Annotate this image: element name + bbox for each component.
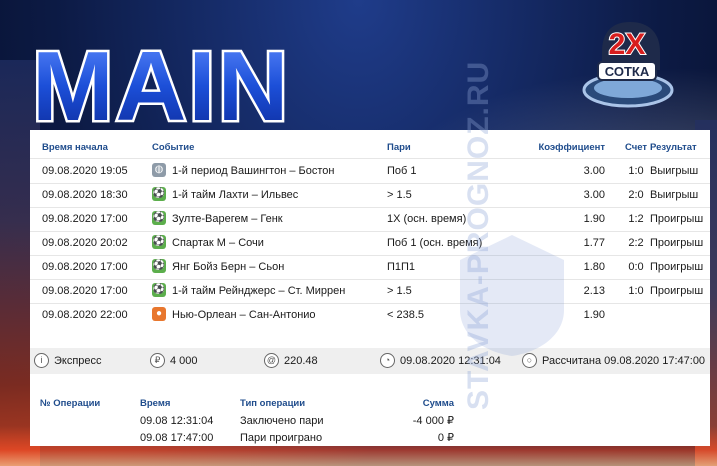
bet-result: Проигрыш (650, 285, 704, 297)
bet-event[interactable]: ⚽ 1-й тайм Лахти – Ильвес (152, 183, 298, 207)
bet-selection: > 1.5 (387, 189, 412, 201)
op-sum: -4 000 ₽ (412, 415, 454, 427)
bet-selection: П1П1 (387, 261, 416, 273)
basketball-icon: ● (152, 307, 166, 322)
bet-row: 09.08.2020 20:02 ⚽ Спартак М – Сочи Поб 1… (30, 231, 710, 255)
badge-bottom-text: СОТКА (605, 64, 650, 79)
bet-selection: > 1.5 (387, 285, 412, 297)
bet-event[interactable]: ⚽ Спартак М – Сочи (152, 231, 264, 255)
op-sum: 0 ₽ (437, 432, 454, 444)
header-score: Счет (624, 142, 648, 153)
bet-time: 09.08.2020 22:00 (42, 309, 128, 321)
bet-event-label: Нью-Орлеан – Сан-Антонио (172, 309, 316, 321)
at-icon: @ (264, 352, 279, 368)
header-time: Время начала (42, 142, 108, 153)
header-bet: Пари (387, 142, 411, 153)
bet-event-label: Зулте-Варегем – Генк (172, 213, 283, 225)
watermark-logo (460, 235, 564, 356)
bet-event-label: 1-й тайм Лахти – Ильвес (172, 189, 299, 201)
info-icon: i (34, 352, 49, 368)
bet-event[interactable]: ⚽ 1-й тайм Рейнджерс – Ст. Миррен (152, 279, 345, 303)
bet-result: Выигрыш (650, 165, 699, 177)
op-type: Заключено пари (240, 415, 324, 427)
soccer-icon: ⚽ (152, 211, 166, 226)
bet-row: 09.08.2020 17:00 ⚽ Зулте-Варегем – Генк 1… (30, 207, 710, 231)
bet-event[interactable]: ⚽ Янг Бойз Берн – Сьон (152, 255, 284, 279)
bet-score: 1:0 (628, 285, 644, 297)
summary-type-label: Экспресс (54, 355, 102, 367)
bet-result: Выигрыш (650, 189, 699, 201)
bet-result: Проигрыш (650, 261, 704, 273)
bet-time: 09.08.2020 17:00 (42, 261, 128, 273)
bet-summary-bar: i Экспресс ₽4 000 @220.48 ◔ 09.08.2020 12:… (30, 348, 710, 374)
bet-event-label: 1-й тайм Рейнджерс – Ст. Миррен (172, 285, 346, 297)
bet-selection: 1X (осн. время) (387, 213, 467, 225)
bet-time: 09.08.2020 17:00 (42, 285, 128, 297)
op-time: 09.08 12:31:04 (140, 415, 214, 427)
bet-event[interactable]: ⚽ Зулте-Варегем – Генк (152, 207, 283, 231)
op-type: Пари проиграно (240, 432, 323, 444)
bet-event[interactable]: ◍ 1-й период Вашингтон – Бостон (152, 159, 334, 183)
bet-event[interactable]: ● Нью-Орлеан – Сан-Антонио (152, 303, 316, 327)
bet-selection: Поб 1 (387, 165, 417, 177)
clock-icon: ◔ (380, 352, 395, 368)
summary-coef: @220.48 (264, 348, 318, 374)
bet-details-panel: Время начала Событие Пари Коэффициент Сч… (30, 130, 710, 446)
bet-row: 09.08.2020 22:00 ● Нью-Орлеан – Сан-Антон… (30, 303, 710, 327)
bet-row: 09.08.2020 17:00 ⚽ 1-й тайм Рейнджерс – С… (30, 279, 710, 303)
header-event: Событие (152, 142, 195, 153)
ops-header-num: № Операции (40, 398, 101, 409)
bet-row: 09.08.2020 18:30 ⚽ 1-й тайм Лахти – Ильве… (30, 183, 710, 207)
banner-title-text: MAIN (32, 31, 290, 134)
op-time: 09.08 17:47:00 (140, 432, 214, 444)
ops-header-type: Тип операции (240, 398, 306, 409)
bet-row: 09.08.2020 19:05 ◍ 1-й период Вашингтон –… (30, 159, 710, 183)
bet-result: Проигрыш (650, 213, 704, 225)
bet-time: 09.08.2020 20:02 (42, 237, 128, 249)
summary-stake: ₽4 000 (150, 348, 198, 374)
hockey-icon: ◍ (152, 163, 166, 178)
bet-coef: 1.90 (583, 213, 605, 225)
bet-row: 09.08.2020 17:00 ⚽ Янг Бойз Берн – Сьон П… (30, 255, 710, 279)
bet-time: 09.08.2020 18:30 (42, 189, 128, 201)
header-coef: Коэффициент (538, 142, 605, 153)
bet-time: 09.08.2020 17:00 (42, 213, 128, 225)
bet-event-label: Спартак М – Сочи (172, 237, 264, 249)
bet-score: 0:0 (628, 261, 644, 273)
ops-header-sum: Сумма (422, 398, 454, 409)
bet-score: 2:2 (628, 237, 644, 249)
soccer-icon: ⚽ (152, 235, 166, 250)
ruble-icon: ₽ (150, 352, 165, 368)
bet-score: 2:0 (628, 189, 644, 201)
soccer-icon: ⚽ (152, 259, 166, 274)
bet-coef: 3.00 (583, 189, 605, 201)
bet-time: 09.08.2020 19:05 (42, 165, 128, 177)
summary-type: i Экспресс (34, 348, 102, 374)
summary-stake-value: 4 000 (170, 355, 198, 367)
bet-score: 1:2 (628, 213, 644, 225)
ops-header-time: Время (140, 398, 171, 409)
summary-coef-value: 220.48 (284, 355, 318, 367)
operation-row: 09.08 17:47:00 Пари проиграно 0 ₽ (30, 430, 710, 446)
soccer-icon: ⚽ (152, 283, 166, 298)
bet-result: Проигрыш (650, 237, 704, 249)
bet-event-label: 1-й период Вашингтон – Бостон (172, 165, 335, 177)
operation-row: 09.08 12:31:04 Заключено пари -4 000 ₽ (30, 413, 710, 429)
bet-selection: < 238.5 (387, 309, 425, 321)
soccer-icon: ⚽ (152, 187, 166, 202)
badge-top-text: 2X (609, 28, 646, 61)
bet-coef: 3.00 (583, 165, 605, 177)
bet-score: 1:0 (628, 165, 644, 177)
header-result: Результат (650, 142, 697, 153)
main-banner-title: MAIN (30, 24, 350, 135)
bet-event-label: Янг Бойз Берн – Сьон (172, 261, 285, 273)
2x-sotka-badge: 2X СОТКА (578, 18, 676, 116)
